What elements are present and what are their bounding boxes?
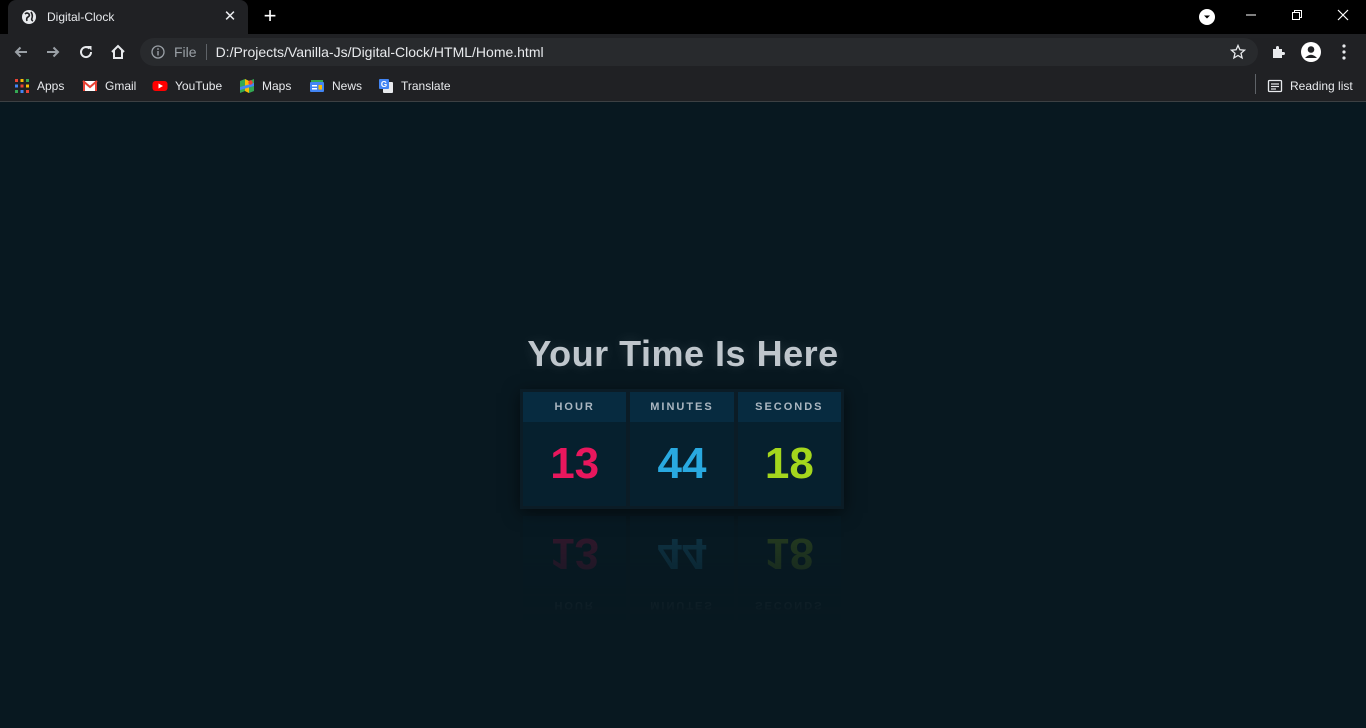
bookmark-apps[interactable]: Apps (14, 76, 64, 96)
reading-list-label: Reading list (1290, 79, 1353, 93)
tab-digital-clock[interactable]: Digital-Clock ✕ (8, 0, 248, 34)
seconds-label: SECONDS (737, 392, 841, 422)
bookmark-label: Translate (401, 79, 451, 93)
reading-list-button[interactable]: Reading list (1267, 76, 1353, 96)
bookmark-label: Apps (37, 79, 65, 93)
youtube-icon (152, 78, 168, 94)
address-bar[interactable]: File D:/Projects/Vanilla-Js/Digital-Cloc… (140, 38, 1258, 66)
hour-cell: HOUR 13 (523, 392, 627, 506)
minutes-cell: MINUTES 44 (630, 392, 734, 506)
bookmark-label: Gmail (105, 79, 137, 93)
apps-grid-icon (14, 78, 30, 94)
restore-button[interactable] (1274, 0, 1320, 30)
reload-button[interactable] (73, 39, 99, 65)
bookmark-label: YouTube (175, 79, 223, 93)
new-tab-button[interactable]: + (258, 5, 282, 28)
bookmark-youtube[interactable]: YouTube (152, 76, 222, 96)
bookmark-label: News (332, 79, 363, 93)
home-button[interactable] (105, 39, 131, 65)
info-icon[interactable] (150, 44, 166, 60)
hour-label: HOUR (523, 392, 627, 422)
page-title: Your Time Is Here (527, 333, 839, 374)
bookmark-maps[interactable]: Maps (239, 76, 291, 96)
minutes-reflection-value: 44 (657, 529, 707, 578)
seconds-reflection-label: SECONDS (737, 590, 841, 620)
bookmark-label: Maps (262, 79, 292, 93)
page-content: Your Time Is Here HOUR 13 MINUTES 44 SEC… (0, 103, 1366, 728)
globe-icon (21, 9, 37, 25)
seconds-value: 18 (764, 439, 814, 488)
minutes-reflection: MINUTES 44 (630, 516, 734, 620)
digital-clock: HOUR 13 MINUTES 44 SECONDS 18 (520, 389, 844, 509)
minimize-button[interactable] (1228, 0, 1274, 30)
profile-avatar-icon[interactable] (1298, 39, 1324, 65)
maps-icon (239, 78, 255, 94)
seconds-reflection: SECONDS 18 (737, 516, 841, 620)
url-text[interactable]: D:/Projects/Vanilla-Js/Digital-Clock/HTM… (216, 44, 1226, 60)
seconds-cell: SECONDS 18 (737, 392, 841, 506)
scheme-separator (205, 44, 207, 60)
tab-close-icon[interactable]: ✕ (222, 9, 238, 25)
tab-search-icon[interactable] (1199, 9, 1215, 25)
back-button[interactable] (8, 39, 34, 65)
tab-title: Digital-Clock (47, 10, 115, 24)
forward-button[interactable] (40, 39, 66, 65)
bookmark-news[interactable]: News (309, 76, 362, 96)
hour-reflection: HOUR 13 (523, 516, 627, 620)
minutes-label: MINUTES (630, 392, 734, 422)
bookmarks-bar: Apps Gmail YouTube Maps News G Translate (0, 70, 1366, 102)
minutes-reflection-label: MINUTES (630, 590, 734, 620)
clock-reflection: HOUR 13 MINUTES 44 SECONDS 18 (520, 513, 844, 623)
minutes-value: 44 (657, 439, 707, 488)
tab-strip: Digital-Clock ✕ + (0, 0, 1366, 34)
bookmarks-divider (1255, 74, 1256, 94)
bookmark-translate[interactable]: G Translate (378, 76, 451, 96)
svg-text:G: G (381, 80, 387, 89)
close-window-button[interactable] (1320, 0, 1366, 30)
menu-kebab-icon[interactable] (1331, 39, 1357, 65)
gmail-icon (82, 78, 98, 94)
seconds-reflection-value: 18 (764, 529, 814, 578)
hour-reflection-value: 13 (550, 529, 600, 578)
reading-list-icon (1267, 78, 1283, 94)
translate-icon: G (378, 78, 394, 94)
extensions-puzzle-icon[interactable] (1266, 39, 1292, 65)
hour-reflection-label: HOUR (523, 590, 627, 620)
url-scheme: File (174, 44, 197, 60)
news-icon (309, 78, 325, 94)
hour-value: 13 (550, 439, 600, 488)
browser-toolbar: File D:/Projects/Vanilla-Js/Digital-Cloc… (0, 34, 1366, 70)
bookmark-gmail[interactable]: Gmail (82, 76, 136, 96)
bookmark-star-icon[interactable] (1226, 40, 1250, 64)
